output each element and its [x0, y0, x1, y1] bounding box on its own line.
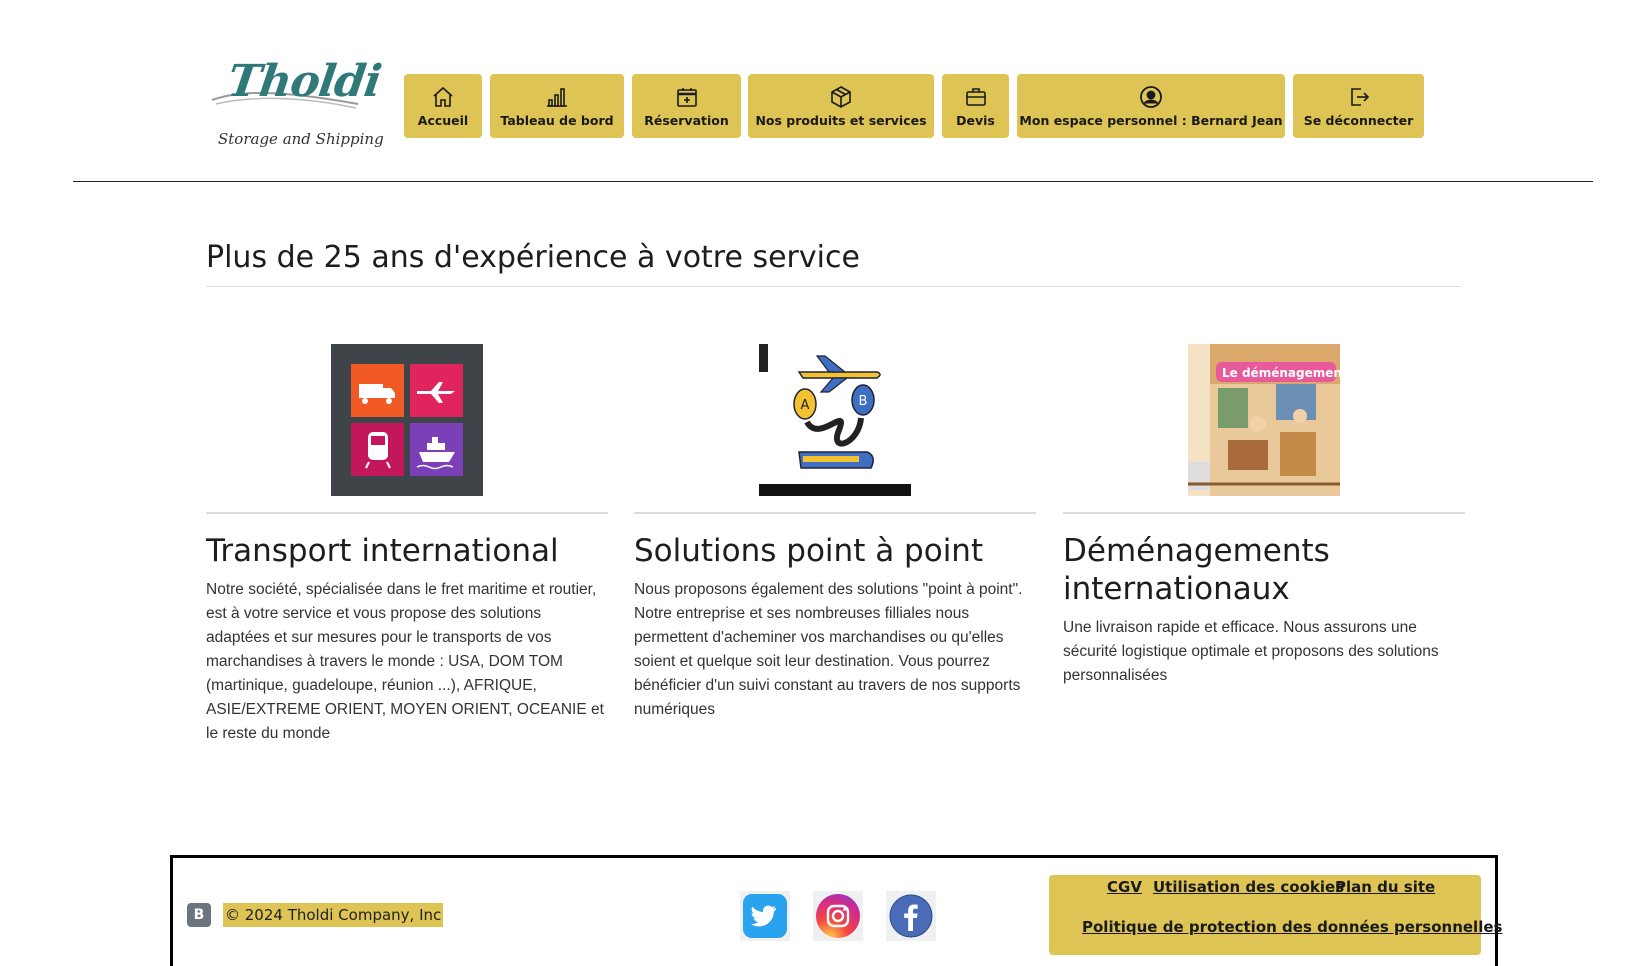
nav-devis[interactable]: Devis: [942, 74, 1009, 138]
footer-links: CGV Utilisation des cookies Plan du site…: [1049, 875, 1502, 955]
plane-train-a-to-b-image: A B: [759, 344, 911, 496]
title-divider: [206, 286, 1461, 287]
bar-chart-icon: [547, 87, 567, 107]
card-heading: Transport international: [206, 533, 559, 569]
nav-label: Accueil: [417, 112, 469, 128]
logo-brand: Tholdi: [224, 56, 384, 107]
service-card-transport: Transport international Notre société, s…: [206, 344, 608, 746]
footer: B © 2024 Tholdi Company, Inc CGV Utilisa…: [170, 855, 1502, 966]
copyright-text: © 2024 Tholdi Company, Inc: [223, 903, 444, 927]
svg-text:Le déménagement: Le déménagement: [1222, 366, 1340, 380]
home-icon: [433, 86, 453, 107]
briefcase-icon: [965, 87, 986, 106]
service-card-demenagements: Le déménagement Déménagements internatio…: [1063, 344, 1465, 688]
link-cgv[interactable]: CGV: [1107, 878, 1142, 896]
nav-produits-services[interactable]: Nos produits et services: [748, 74, 934, 138]
nav-label: Nos produits et services: [755, 112, 927, 128]
moving-book-cover-image: Le déménagement: [1188, 344, 1340, 496]
logo[interactable]: Tholdi Storage and Shipping: [210, 56, 384, 156]
card-heading: Déménagements internationaux: [1063, 533, 1330, 607]
facebook-link[interactable]: [886, 891, 936, 941]
nav-se-deconnecter[interactable]: Se déconnecter: [1293, 74, 1424, 138]
logout-icon: [1350, 87, 1369, 106]
link-cookies[interactable]: Utilisation des cookies: [1153, 878, 1344, 896]
twitter-link[interactable]: [740, 891, 790, 941]
card-divider: [634, 512, 1036, 514]
nav-label: Devis: [956, 112, 995, 128]
instagram-link[interactable]: [813, 891, 863, 941]
card-heading: Solutions point à point: [634, 533, 984, 569]
service-card-point-a-point: A B Solutions point à point Nous proposo…: [634, 344, 1036, 722]
link-sitemap[interactable]: Plan du site: [1335, 878, 1435, 896]
svg-text:B: B: [859, 394, 868, 409]
card-text: Notre société, spécialisée dans le fret …: [206, 581, 604, 742]
nav-label: Réservation: [644, 112, 729, 128]
header-divider: [73, 181, 1593, 182]
svg-text:A: A: [801, 398, 810, 413]
box-icon: [831, 85, 851, 108]
transport-modes-image: [331, 344, 483, 496]
nav-label: Tableau de bord: [500, 112, 614, 128]
nav-espace-personnel[interactable]: Mon espace personnel : Bernard Jean: [1017, 74, 1285, 138]
card-text: Une livraison rapide et efficace. Nous a…: [1063, 619, 1439, 684]
instagram-icon: [816, 894, 860, 938]
facebook-icon: [889, 894, 933, 938]
nav-accueil[interactable]: Accueil: [404, 74, 482, 138]
link-privacy-policy[interactable]: Politique de protection des données pers…: [1082, 918, 1502, 936]
card-divider: [206, 512, 608, 514]
twitter-icon: [743, 894, 787, 938]
nav-reservation[interactable]: Réservation: [632, 74, 741, 138]
logo-tagline: Storage and Shipping: [218, 130, 384, 148]
user-circle-icon: [1140, 85, 1162, 108]
card-divider: [1063, 512, 1465, 514]
bootstrap-icon[interactable]: B: [187, 903, 211, 927]
nav-label: Se déconnecter: [1303, 112, 1414, 128]
nav-label: Mon espace personnel : Bernard Jean: [1019, 112, 1283, 128]
nav-tableau-de-bord[interactable]: Tableau de bord: [490, 74, 624, 138]
calendar-plus-icon: [676, 87, 697, 107]
page-title: Plus de 25 ans d'expérience à votre serv…: [206, 240, 860, 275]
card-text: Nous proposons également des solutions "…: [634, 581, 1023, 718]
